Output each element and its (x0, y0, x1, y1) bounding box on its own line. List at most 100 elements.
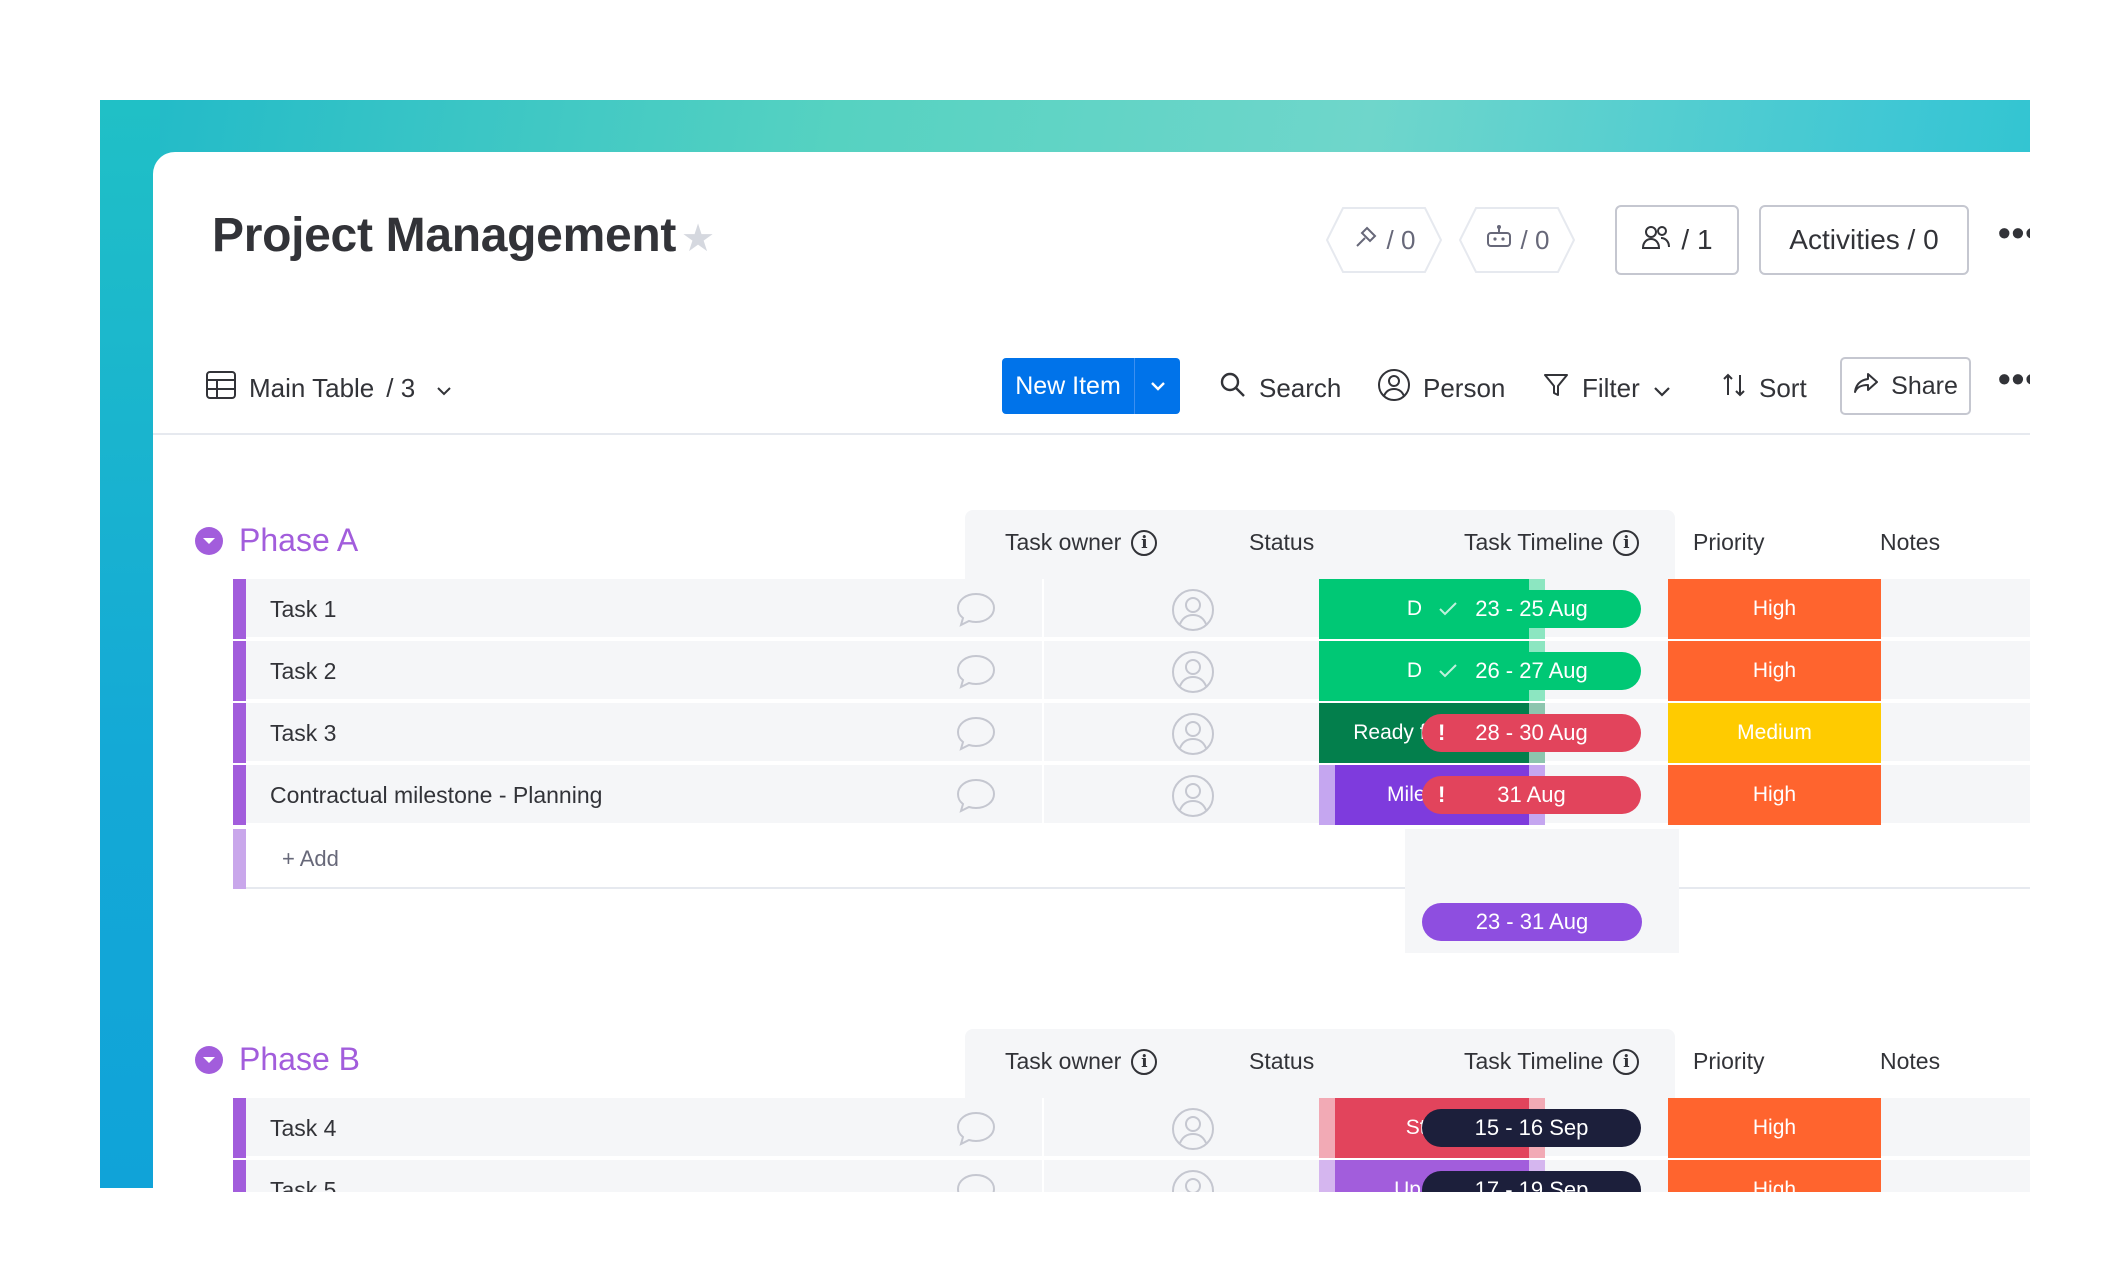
column-timeline[interactable]: Task Timeline i (1464, 1048, 1640, 1075)
timeline-pill[interactable]: 23 - 25 Aug (1422, 590, 1641, 628)
integrations-button[interactable]: / 0 (1325, 206, 1443, 274)
board-menu-icon[interactable]: ••• (1998, 212, 2030, 254)
person-avatar-icon[interactable] (1170, 649, 1216, 700)
cell-divider (1042, 579, 1044, 639)
add-item-row[interactable]: + Add (233, 829, 2030, 889)
person-filter-button[interactable]: Person (1377, 360, 1505, 416)
column-priority[interactable]: Priority (1693, 529, 1765, 556)
toolbar-menu-icon[interactable]: ••• (1998, 358, 2030, 400)
sort-button[interactable]: Sort (1721, 360, 1807, 416)
board-title[interactable]: Project Management (212, 208, 676, 263)
search-icon (1219, 371, 1247, 406)
column-label: Notes (1880, 1048, 1941, 1074)
column-timeline[interactable]: Task Timeline i (1464, 529, 1640, 556)
column-priority[interactable]: Priority (1693, 1048, 1765, 1075)
view-name: Main Table (249, 372, 375, 403)
info-icon[interactable]: i (1131, 529, 1158, 556)
integrations-icon (1353, 224, 1379, 257)
column-notes[interactable]: Notes (1880, 1048, 1940, 1075)
chat-bubble-icon[interactable] (954, 775, 998, 820)
cell-divider (1042, 765, 1044, 825)
filter-button[interactable]: Filter (1542, 360, 1672, 416)
members-button[interactable]: / 1 (1615, 205, 1739, 275)
view-count: / 3 (386, 372, 416, 403)
activities-button[interactable]: Activities / 0 (1759, 205, 1969, 275)
timeline-pill[interactable]: 17 - 19 Sep (1422, 1171, 1641, 1192)
timeline-pill[interactable]: ! 28 - 30 Aug (1422, 714, 1641, 752)
chevron-down-icon[interactable] (435, 373, 453, 404)
chevron-down-icon[interactable] (1652, 373, 1672, 404)
column-notes[interactable]: Notes (1880, 529, 1940, 556)
priority-cell[interactable]: High (1668, 579, 1881, 639)
new-item-dropdown[interactable] (1134, 358, 1180, 414)
share-button[interactable]: Share (1840, 357, 1971, 415)
priority-cell[interactable]: High (1668, 641, 1881, 701)
collapse-group-icon[interactable] (195, 526, 223, 555)
view-selector[interactable]: Main Table / 3 (205, 360, 453, 416)
timeline-label: 31 Aug (1497, 782, 1566, 807)
timeline-pill[interactable]: ! 31 Aug (1422, 776, 1641, 814)
group-phase-b-header[interactable]: Phase B (195, 1041, 360, 1078)
column-status[interactable]: Status (1249, 1048, 1314, 1075)
table-row[interactable]: Task 1Done23 - 25 AugHigh (233, 579, 2030, 639)
new-item-label[interactable]: New Item (1002, 358, 1134, 414)
add-item-label[interactable]: + Add (282, 829, 339, 889)
timeline-label: 15 - 16 Sep (1474, 1115, 1589, 1140)
table-row[interactable]: Task 3Ready for review!28 - 30 AugMedium (233, 703, 2030, 763)
new-item-button[interactable]: New Item (1002, 358, 1180, 414)
priority-cell[interactable]: Medium (1668, 703, 1881, 763)
info-icon[interactable]: i (1613, 529, 1640, 556)
timeline-label: 17 - 19 Sep (1474, 1177, 1589, 1192)
group-color-bar (233, 579, 246, 639)
chat-bubble-icon[interactable] (954, 651, 998, 696)
priority-cell[interactable]: High (1668, 765, 1881, 825)
search-button[interactable]: Search (1219, 360, 1341, 416)
timeline-summary: 23 - 31 Aug (1422, 903, 1642, 941)
info-icon[interactable]: i (1613, 1048, 1640, 1075)
automations-button[interactable]: / 0 (1458, 206, 1576, 274)
group-phase-a-header[interactable]: Phase A (195, 522, 358, 559)
cell-divider (1042, 1098, 1044, 1158)
chat-bubble-icon[interactable] (954, 589, 998, 634)
chat-bubble-icon[interactable] (954, 1170, 998, 1192)
column-status[interactable]: Status (1249, 529, 1314, 556)
person-avatar-icon[interactable] (1170, 773, 1216, 824)
timeline-pill[interactable]: 26 - 27 Aug (1422, 652, 1641, 690)
item-name[interactable]: Task 4 (270, 1098, 336, 1158)
filter-icon (1542, 371, 1570, 406)
priority-cell[interactable]: High (1668, 1098, 1881, 1158)
group-title[interactable]: Phase A (239, 522, 358, 559)
group-color-bar (233, 641, 246, 701)
info-icon[interactable]: i (1131, 1048, 1158, 1075)
person-avatar-icon[interactable] (1170, 711, 1216, 762)
timeline-pill[interactable]: 15 - 16 Sep (1422, 1109, 1641, 1147)
chat-bubble-icon[interactable] (954, 1108, 998, 1153)
chat-bubble-icon[interactable] (954, 713, 998, 758)
table-row[interactable]: Task 4Stuck15 - 16 SepHigh (233, 1098, 2030, 1158)
priority-label: High (1752, 783, 1797, 806)
table-row[interactable]: Task 2Done26 - 27 AugHigh (233, 641, 2030, 701)
people-icon (1641, 224, 1671, 257)
collapse-group-icon[interactable] (195, 1045, 223, 1074)
column-task-owner[interactable]: Task owner i (1005, 529, 1158, 556)
table-row[interactable]: Contractual milestone - PlanningMileston… (233, 765, 2030, 825)
item-name[interactable]: Task 5 (270, 1160, 336, 1193)
status-edge (1319, 765, 1335, 825)
person-avatar-icon[interactable] (1170, 1168, 1216, 1192)
timeline-label: 26 - 27 Aug (1475, 658, 1588, 683)
item-name[interactable]: Task 3 (270, 703, 336, 763)
column-task-owner[interactable]: Task owner i (1005, 1048, 1158, 1075)
group-title[interactable]: Phase B (239, 1041, 360, 1078)
priority-label: High (1752, 1116, 1797, 1139)
sort-icon (1721, 371, 1747, 406)
person-avatar-icon[interactable] (1170, 587, 1216, 638)
star-icon[interactable]: ★ (681, 220, 715, 258)
search-label: Search (1259, 372, 1342, 403)
item-name[interactable]: Contractual milestone - Planning (270, 765, 602, 825)
priority-label: High (1752, 659, 1797, 682)
priority-cell[interactable]: High (1668, 1160, 1881, 1192)
item-name[interactable]: Task 1 (270, 579, 336, 639)
table-row[interactable]: Task 5Up Next17 - 19 SepHigh (233, 1160, 2030, 1192)
item-name[interactable]: Task 2 (270, 641, 336, 701)
person-avatar-icon[interactable] (1170, 1106, 1216, 1157)
